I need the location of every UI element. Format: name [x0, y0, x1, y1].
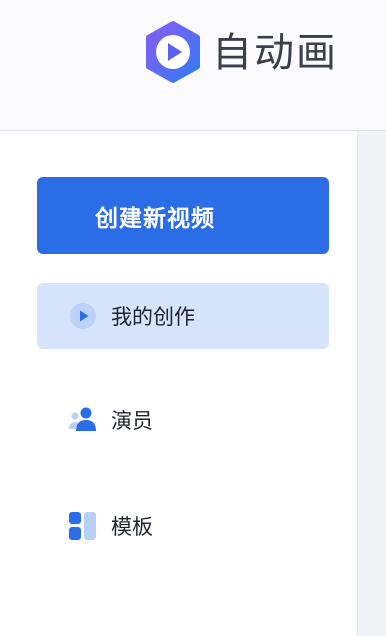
app-header: 自动画	[0, 0, 386, 131]
sidebar-item-my-creations[interactable]: 我的创作	[37, 283, 329, 349]
sidebar-item-label: 我的创作	[111, 305, 195, 329]
content-area-edge	[357, 131, 386, 636]
create-video-button[interactable]: 创建新视频	[37, 177, 329, 254]
play-circle-icon	[70, 303, 96, 329]
play-logo-icon[interactable]	[142, 21, 204, 83]
sidebar-item-label: 模板	[111, 515, 153, 539]
sidebar-item-actors[interactable]: 演员	[37, 387, 329, 453]
brand-name: 自动画	[212, 30, 338, 76]
users-icon	[69, 407, 96, 431]
sidebar-item-label: 演员	[111, 409, 153, 433]
template-grid-icon	[69, 512, 96, 540]
sidebar: 创建新视频 我的创作 演员 模板	[0, 131, 357, 636]
sidebar-item-templates[interactable]: 模板	[37, 493, 329, 559]
